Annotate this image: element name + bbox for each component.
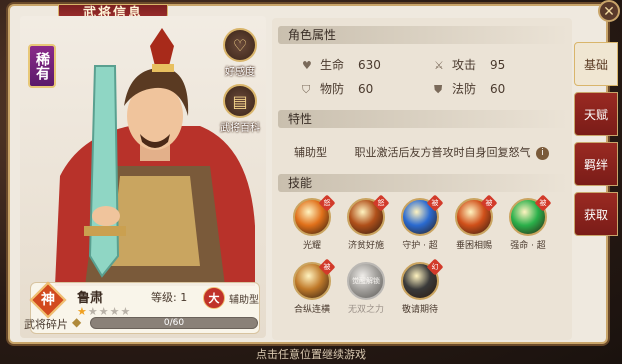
- skill-icon: 怒: [347, 194, 390, 236]
- attributes-title: 角色属性: [278, 26, 568, 44]
- skill-tag: 怒: [372, 194, 390, 212]
- skill-icon: 怒: [293, 194, 336, 236]
- skill-tag: 幻: [426, 258, 444, 276]
- skill-name: 守护 · 超: [402, 241, 438, 251]
- fragment-progress-row: 武将碎片 ◆ 0/60: [24, 314, 258, 332]
- skill-item[interactable]: 觉醒解锁 无双之力: [340, 262, 392, 315]
- trait-row: 辅助型 职业激活后友方普攻时自身回复怒气 i: [294, 144, 549, 160]
- close-button[interactable]: ✕: [598, 0, 620, 22]
- hero-type-label: 辅助型: [229, 295, 259, 306]
- rarity-badge: 稀有: [28, 44, 56, 88]
- skill-icon: 被: [293, 258, 336, 300]
- skill-icon: 觉醒解锁: [347, 262, 385, 300]
- fragment-label: 武将碎片: [24, 318, 68, 331]
- skill-icon: 幻: [401, 258, 444, 300]
- hero-portrait-panel: 稀有 ♡ 好感度 ▤ 武将百科 神 鲁肃 ★★★★★ 等级: 1 大 辅助型: [20, 16, 266, 338]
- skill-tag: 被: [426, 194, 444, 212]
- skill-item[interactable]: 被守护 · 超: [394, 194, 446, 251]
- tab-基础[interactable]: 基础: [574, 42, 618, 86]
- skill-item[interactable]: 被垂困相赐: [448, 194, 500, 251]
- stat-magic-def: ⛊ 法防 60: [434, 82, 506, 96]
- shield-icon: ⛉: [302, 83, 311, 96]
- skill-name: 光耀: [302, 241, 321, 251]
- skill-name: 敬请期待: [401, 305, 438, 315]
- skill-name: 无双之力: [347, 305, 384, 315]
- faction-badge: 神: [29, 281, 67, 319]
- stat-phys-def: ⛉ 物防 60: [302, 82, 374, 96]
- skill-icon: 被: [455, 194, 498, 236]
- skill-item[interactable]: 被合纵连横: [286, 258, 338, 315]
- book-icon: ▤: [223, 84, 257, 118]
- tab-天赋[interactable]: 天赋: [574, 92, 618, 136]
- traits-title: 特性: [278, 110, 568, 128]
- skill-tag: 怒: [318, 194, 336, 212]
- stat-attack: ⚔ 攻击 95: [434, 58, 506, 72]
- skill-item[interactable]: 幻敬请期待: [394, 258, 446, 315]
- hero-details-panel: 角色属性 ♥ 生命 630 ⚔ 攻击 95 ⛉ 物防 60 ⛊ 法防 60 特性 辅助型 职业激…: [272, 18, 572, 340]
- skill-name: 合纵连横: [293, 305, 330, 315]
- sword-icon: ⚔: [434, 59, 444, 72]
- favor-label: 好感度: [225, 67, 255, 78]
- trait-description: 职业激活后友方普攻时自身回复怒气: [354, 146, 531, 159]
- hero-type-badge: 大: [203, 287, 225, 309]
- skill-item[interactable]: 被强命 · 超: [502, 194, 554, 251]
- footer-hint: 点击任意位置继续游戏: [256, 348, 366, 361]
- skills-title: 技能: [278, 174, 568, 192]
- info-icon[interactable]: i: [536, 147, 549, 160]
- heart-icon: ♥: [302, 59, 312, 72]
- trait-type: 辅助型: [294, 146, 327, 159]
- favor-button[interactable]: ♡ 好感度: [216, 28, 264, 78]
- encyclopedia-button[interactable]: ▤ 武将百科: [216, 84, 264, 134]
- skill-item[interactable]: 怒济贫好施: [340, 194, 392, 251]
- skill-name: 强命 · 超: [510, 241, 546, 251]
- skill-tag: 被: [318, 258, 336, 276]
- stat-hp: ♥ 生命 630: [302, 58, 381, 72]
- fragment-icon: ◆: [72, 315, 82, 329]
- skill-icon: 被: [509, 194, 552, 236]
- fragment-progress-bar: 0/60: [90, 317, 258, 329]
- skill-name: 济贫好施: [347, 241, 384, 251]
- skill-tag: 被: [534, 194, 552, 212]
- skill-icon: 被: [401, 194, 444, 236]
- heart-icon: ♡: [223, 28, 257, 62]
- fragment-progress-text: 0/60: [163, 318, 185, 328]
- hero-level: 等级: 1: [151, 291, 188, 304]
- hero-name: 鲁肃: [77, 291, 104, 306]
- tab-获取[interactable]: 获取: [574, 192, 618, 236]
- magic-shield-icon: ⛊: [434, 83, 443, 96]
- skill-tag: 被: [480, 194, 498, 212]
- skill-lock-badge: 觉醒解锁: [352, 277, 380, 285]
- skill-item[interactable]: 怒光耀: [286, 194, 338, 251]
- tab-羁绊[interactable]: 羁绊: [574, 142, 618, 186]
- skill-name: 垂困相赐: [455, 241, 492, 251]
- hero-info-dialog: 武将信息 稀有 ♡ 好感度 ▤ 武将百科 神 鲁肃 ★★★★★ 等级: 1 大 …: [8, 4, 618, 344]
- side-tabs: 基础 天赋 羁绊 获取: [574, 42, 618, 242]
- encyclopedia-label: 武将百科: [220, 123, 260, 134]
